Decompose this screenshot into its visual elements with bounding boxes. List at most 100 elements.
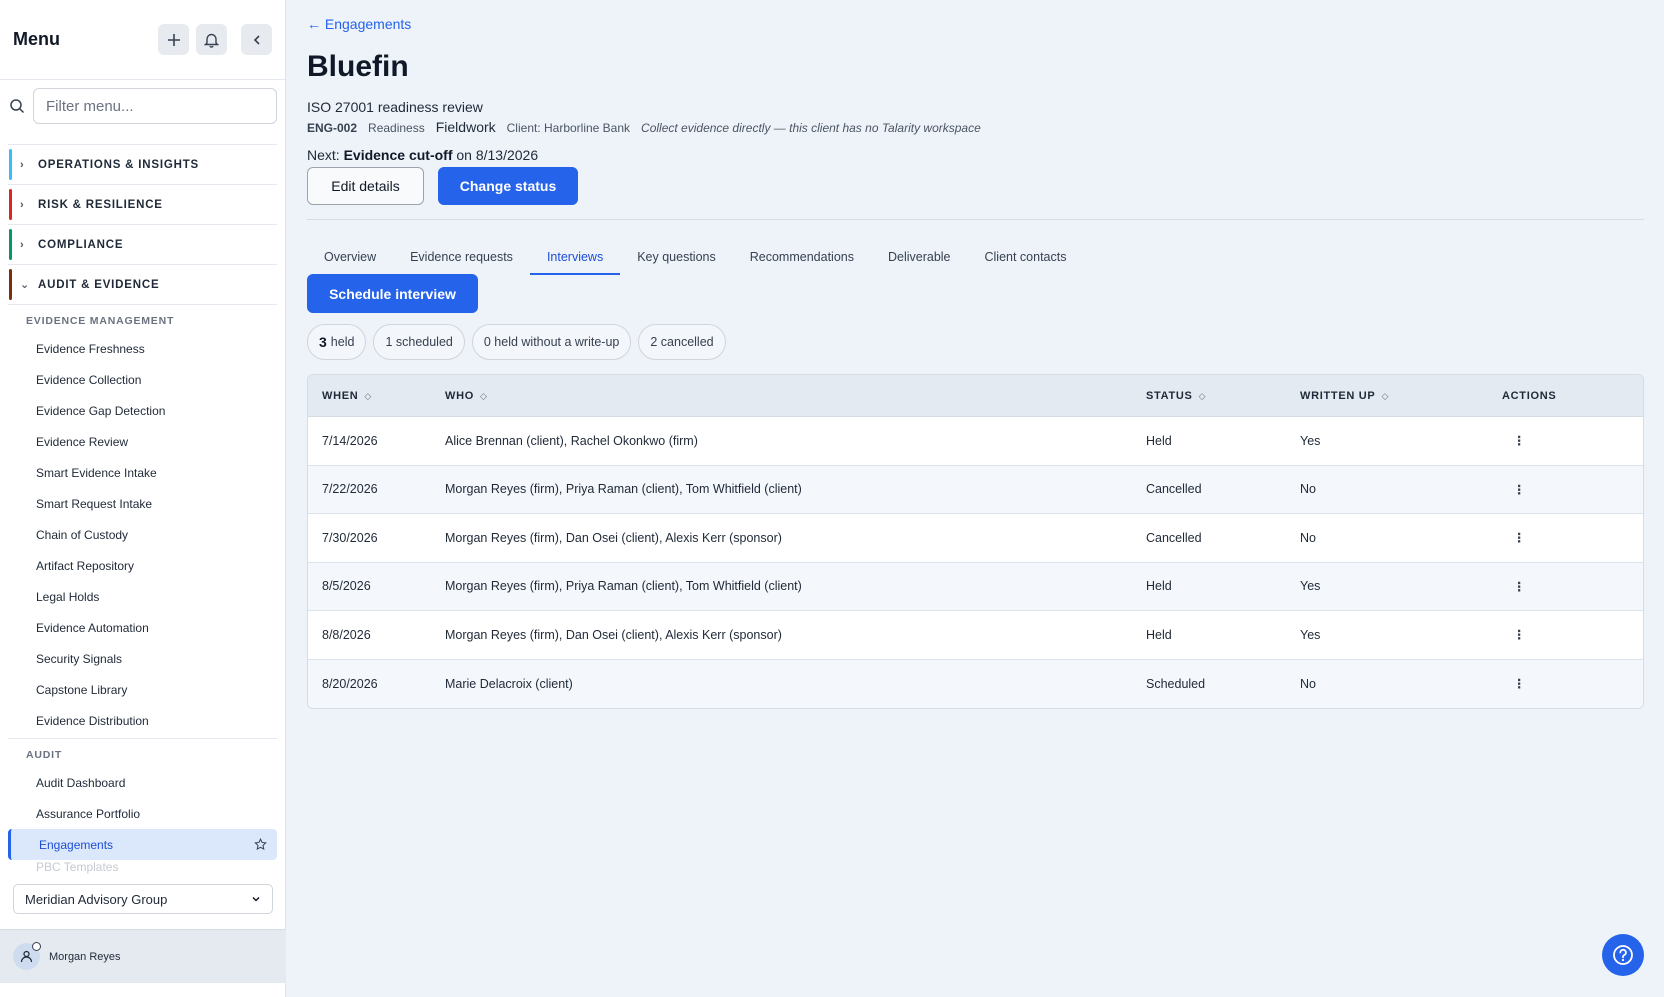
engagement-code: ENG-002 (307, 121, 358, 135)
next-prefix: Next: (307, 147, 340, 163)
cell-who: Morgan Reyes (firm), Priya Raman (client… (445, 579, 802, 594)
table-header: WHEN ◇ WHO ◇ STATUS ◇ WRITTEN UP ◇ ACTIONS (308, 375, 1643, 417)
table-row[interactable]: 7/22/2026 Morgan Reyes (firm), Priya Ram… (308, 465, 1643, 514)
menu-filter (0, 80, 285, 132)
cell-written-up: Yes (1300, 433, 1321, 448)
cell-status: Scheduled (1146, 676, 1206, 691)
more-actions-icon[interactable]: ⋮ (1513, 433, 1526, 448)
group-operations-insights[interactable]: › OPERATIONS & INSIGHTS (8, 144, 277, 184)
more-actions-icon[interactable]: ⋮ (1513, 482, 1526, 497)
cell-when: 7/30/2026 (322, 530, 378, 545)
engagement-meta: ENG-002 Readiness Fieldwork Client: Harb… (307, 119, 981, 135)
sort-icon: ◇ (1381, 390, 1390, 401)
chip-cancelled[interactable]: 2 cancelled (638, 324, 726, 360)
cell-when: 8/20/2026 (322, 676, 378, 691)
cell-who: Morgan Reyes (firm), Priya Raman (client… (445, 482, 802, 497)
edit-details-button[interactable]: Edit details (307, 167, 424, 205)
tab-overview[interactable]: Overview (307, 245, 393, 275)
cell-actions: ⋮ (1502, 530, 1643, 545)
user-icon (20, 950, 33, 963)
engagement-status: Fieldwork (435, 119, 496, 135)
column-when[interactable]: WHEN ◇ (308, 390, 445, 402)
sidebar-item-evidence-collection[interactable]: Evidence Collection (8, 364, 277, 395)
sidebar-item-audit-dashboard[interactable]: Audit Dashboard (8, 767, 277, 798)
cell-who: Morgan Reyes (firm), Dan Osei (client), … (445, 530, 782, 545)
engagement-client: Client: Harborline Bank (506, 121, 631, 135)
sidebar-item-label: Engagements (39, 837, 114, 852)
column-who[interactable]: WHO ◇ (445, 390, 1146, 402)
user-profile[interactable]: Morgan Reyes (0, 929, 286, 983)
chevron-down-icon (252, 896, 260, 902)
sidebar-item-evidence-review[interactable]: Evidence Review (8, 426, 277, 457)
sidebar-item-artifact-repository[interactable]: Artifact Repository (8, 550, 277, 581)
table-row[interactable]: 8/8/2026 Morgan Reyes (firm), Dan Osei (… (308, 611, 1643, 660)
tab-deliverable[interactable]: Deliverable (871, 245, 968, 275)
chevron-left-icon (253, 34, 260, 45)
interview-filter-chips: 3 held 1 scheduled 0 held without a writ… (307, 324, 733, 360)
change-status-button[interactable]: Change status (438, 167, 578, 205)
sidebar-item-pbc-templates[interactable]: PBC Templates (8, 860, 277, 874)
sidebar-item-security-signals[interactable]: Security Signals (8, 643, 277, 674)
chevron-right-icon: › (20, 198, 25, 211)
cell-status: Held (1146, 627, 1172, 642)
more-actions-icon[interactable]: ⋮ (1513, 676, 1526, 691)
subheading-evidence-management: EVIDENCE MANAGEMENT (8, 304, 277, 333)
table-row[interactable]: 7/30/2026 Morgan Reyes (firm), Dan Osei … (308, 514, 1643, 563)
sidebar-item-evidence-distribution[interactable]: Evidence Distribution (8, 705, 277, 736)
table-row[interactable]: 7/14/2026 Alice Brennan (client), Rachel… (308, 417, 1643, 466)
organization-select[interactable]: Meridian Advisory Group (13, 884, 273, 914)
more-actions-icon[interactable]: ⋮ (1513, 530, 1526, 545)
interviews-table: WHEN ◇ WHO ◇ STATUS ◇ WRITTEN UP ◇ ACTIONS 7… (307, 374, 1644, 709)
sidebar-item-evidence-freshness[interactable]: Evidence Freshness (8, 333, 277, 364)
sidebar-item-smart-evidence-intake[interactable]: Smart Evidence Intake (8, 457, 277, 488)
tab-key-questions[interactable]: Key questions (620, 245, 733, 275)
back-to-engagements-link[interactable]: ← Engagements (307, 16, 411, 32)
sidebar-item-capstone-library[interactable]: Capstone Library (8, 674, 277, 705)
cell-written-up: No (1300, 676, 1316, 691)
column-written-up[interactable]: WRITTEN UP ◇ (1300, 390, 1502, 402)
sidebar-item-chain-of-custody[interactable]: Chain of Custody (8, 519, 277, 550)
sidebar-item-engagements[interactable]: Engagements (8, 829, 277, 860)
cell-actions: ⋮ (1502, 627, 1643, 642)
sidebar-item-assurance-portfolio[interactable]: Assurance Portfolio (8, 798, 277, 829)
menu-filter-input[interactable] (33, 88, 277, 124)
chevron-right-icon: › (20, 238, 25, 251)
cell-when: 8/8/2026 (322, 627, 371, 642)
sidebar-item-smart-request-intake[interactable]: Smart Request Intake (8, 488, 277, 519)
star-icon[interactable] (254, 838, 267, 851)
sidebar-item-evidence-gap-detection[interactable]: Evidence Gap Detection (8, 395, 277, 426)
column-status[interactable]: STATUS ◇ (1146, 390, 1300, 402)
more-actions-icon[interactable]: ⋮ (1513, 627, 1526, 642)
help-button[interactable] (1602, 934, 1644, 976)
sort-icon: ◇ (479, 390, 488, 401)
group-risk-resilience[interactable]: › RISK & RESILIENCE (8, 184, 277, 224)
add-button[interactable] (158, 24, 189, 55)
cell-status: Cancelled (1146, 482, 1202, 497)
divider (307, 219, 1644, 220)
cell-actions: ⋮ (1502, 433, 1643, 448)
column-when-label: WHEN (322, 389, 359, 402)
more-actions-icon[interactable]: ⋮ (1513, 579, 1526, 594)
tab-evidence-requests[interactable]: Evidence requests (393, 245, 530, 275)
sidebar-item-evidence-automation[interactable]: Evidence Automation (8, 612, 277, 643)
sort-icon: ◇ (364, 390, 373, 401)
chip-held[interactable]: 3 held (307, 324, 367, 360)
group-color-bar (9, 269, 12, 300)
chip-scheduled[interactable]: 1 scheduled (373, 324, 465, 360)
group-compliance[interactable]: › COMPLIANCE (8, 224, 277, 264)
group-audit-evidence[interactable]: ⌄ AUDIT & EVIDENCE (8, 264, 277, 304)
notifications-button[interactable] (196, 24, 227, 55)
tab-recommendations[interactable]: Recommendations (733, 245, 871, 275)
schedule-interview-button[interactable]: Schedule interview (307, 274, 478, 313)
table-row[interactable]: 8/20/2026 Marie Delacroix (client) Sched… (308, 659, 1643, 708)
table-row[interactable]: 8/5/2026 Morgan Reyes (firm), Priya Rama… (308, 562, 1643, 611)
tab-client-contacts[interactable]: Client contacts (968, 245, 1084, 275)
sidebar-sections: › OPERATIONS & INSIGHTS › RISK & RESILIE… (0, 144, 285, 874)
chip-no-writeup[interactable]: 0 held without a write-up (471, 324, 632, 360)
engagement-phase: Readiness (368, 121, 425, 135)
chip-held-count: 3 (319, 334, 327, 350)
sidebar-item-legal-holds[interactable]: Legal Holds (8, 581, 277, 612)
collapse-sidebar-button[interactable] (241, 24, 272, 55)
sidebar-title: Menu (13, 29, 60, 49)
tab-interviews[interactable]: Interviews (529, 245, 621, 275)
